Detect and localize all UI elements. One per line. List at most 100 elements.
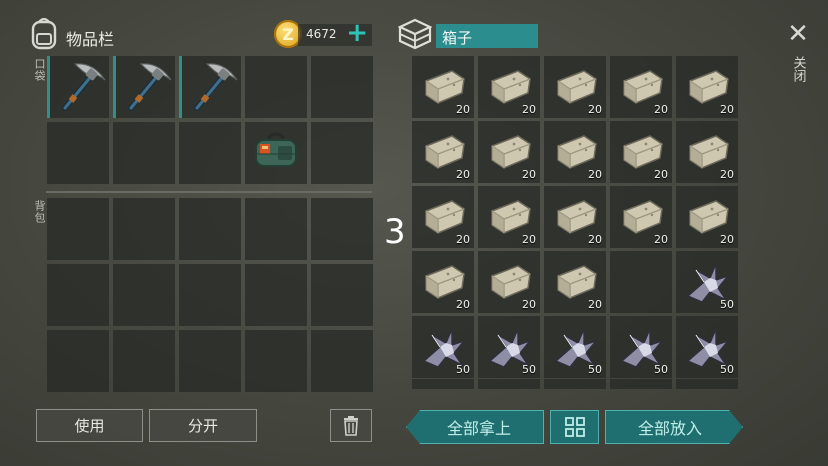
pocket-slot[interactable] <box>311 122 373 184</box>
pocket-slot[interactable] <box>245 122 307 184</box>
toolbag-icon <box>248 124 304 180</box>
item-count: 20 <box>522 168 536 181</box>
box-slot[interactable]: 20 <box>676 186 738 248</box>
pocket-slot[interactable] <box>47 122 109 184</box>
box-slot[interactable]: 20 <box>412 186 474 248</box>
box-slot[interactable]: 20 <box>478 251 540 313</box>
backpack-slot[interactable] <box>47 330 109 392</box>
box-slot[interactable]: 20 <box>610 121 672 183</box>
backpack-icon <box>30 16 58 50</box>
backpack-slot[interactable] <box>179 264 241 326</box>
box-slot[interactable]: 50 <box>544 316 606 378</box>
box-title-field: 箱子 <box>436 24 538 48</box>
item-count: 50 <box>456 363 470 376</box>
box-title: 箱子 <box>442 29 473 47</box>
item-count: 20 <box>588 168 602 181</box>
backpack-slot[interactable] <box>113 198 175 260</box>
close-icon: ✕ <box>787 19 809 49</box>
put-all-button[interactable]: 全部放入 <box>605 410 743 444</box>
item-count: 20 <box>456 233 470 246</box>
item-count: 20 <box>522 298 536 311</box>
close-label: 关闭 <box>790 56 806 82</box>
pocket-slot[interactable] <box>113 122 175 184</box>
pocket-slot[interactable] <box>311 56 373 118</box>
take-all-button[interactable]: 全部拿上 <box>406 410 544 444</box>
pocket-slot[interactable] <box>47 56 109 118</box>
pocket-slot[interactable] <box>179 56 241 118</box>
backpack-slot[interactable] <box>179 330 241 392</box>
box-icon <box>397 18 433 50</box>
box-slot[interactable]: 20 <box>412 251 474 313</box>
item-count: 50 <box>720 298 734 311</box>
backpack-slot[interactable] <box>47 198 109 260</box>
pocket-slot[interactable] <box>245 56 307 118</box>
box-slot[interactable] <box>610 251 672 313</box>
box-grid-partial-row <box>412 379 738 389</box>
box-slot[interactable]: 20 <box>544 186 606 248</box>
item-count: 50 <box>720 363 734 376</box>
box-slot[interactable]: 50 <box>676 316 738 378</box>
pocket-slot[interactable] <box>113 56 175 118</box>
item-count: 20 <box>522 233 536 246</box>
item-count: 20 <box>720 168 734 181</box>
section-divider <box>46 191 372 193</box>
box-slot[interactable]: 20 <box>676 121 738 183</box>
pickaxe-icon <box>185 58 241 114</box>
item-count: 20 <box>588 103 602 116</box>
box-slot[interactable]: 20 <box>544 121 606 183</box>
backpack-slot[interactable] <box>113 264 175 326</box>
pocket-label: 口袋 <box>33 58 46 82</box>
box-slot[interactable]: 20 <box>478 56 540 118</box>
box-slot[interactable]: 20 <box>676 56 738 118</box>
box-slot[interactable]: 50 <box>676 251 738 313</box>
add-coins-button[interactable]: + <box>346 18 368 48</box>
item-count: 20 <box>456 168 470 181</box>
pocket-slot[interactable] <box>179 122 241 184</box>
box-slot[interactable]: 50 <box>610 316 672 378</box>
backpack-slot[interactable] <box>311 330 373 392</box>
box-marker: 3 <box>384 212 406 252</box>
coin-counter: 4672 + <box>298 18 372 48</box>
item-count: 20 <box>456 298 470 311</box>
item-count: 20 <box>588 233 602 246</box>
pickaxe-icon <box>53 58 109 114</box>
use-button[interactable]: 使用 <box>36 409 143 442</box>
item-count: 20 <box>456 103 470 116</box>
box-slot[interactable]: 20 <box>478 121 540 183</box>
item-count: 50 <box>654 363 668 376</box>
box-slot[interactable]: 20 <box>610 56 672 118</box>
inventory-title: 物品栏 <box>66 30 115 49</box>
backpack-slot[interactable] <box>245 198 307 260</box>
box-slot[interactable]: 50 <box>412 316 474 378</box>
box-slot[interactable]: 20 <box>412 56 474 118</box>
coin-symbol: Z <box>282 24 294 44</box>
split-button[interactable]: 分开 <box>149 409 257 442</box>
backpack-slot[interactable] <box>179 198 241 260</box>
backpack-slot[interactable] <box>47 264 109 326</box>
box-slot[interactable]: 20 <box>610 186 672 248</box>
box-slot[interactable]: 20 <box>478 186 540 248</box>
box-slot[interactable]: 20 <box>412 121 474 183</box>
backpack-label: 背包 <box>33 200 46 224</box>
put-all-label: 全部放入 <box>637 419 702 438</box>
grid-sort-icon <box>564 417 585 437</box>
backpack-slot[interactable] <box>113 330 175 392</box>
item-count: 20 <box>654 233 668 246</box>
backpack-slot[interactable] <box>245 330 307 392</box>
backpack-slot[interactable] <box>311 264 373 326</box>
item-count: 50 <box>522 363 536 376</box>
close-button[interactable]: ✕ 关闭 <box>784 20 812 100</box>
box-slot[interactable]: 20 <box>544 56 606 118</box>
take-all-label: 全部拿上 <box>446 419 511 438</box>
item-count: 20 <box>720 103 734 116</box>
backpack-slot[interactable] <box>245 264 307 326</box>
sort-button[interactable] <box>550 410 599 444</box>
pickaxe-icon <box>119 58 175 114</box>
backpack-slot[interactable] <box>311 198 373 260</box>
box-slot[interactable]: 20 <box>544 251 606 313</box>
item-count: 20 <box>654 168 668 181</box>
box-slot[interactable]: 50 <box>478 316 540 378</box>
item-count: 50 <box>588 363 602 376</box>
trash-button[interactable] <box>330 409 372 442</box>
coin-amount: 4672 <box>306 27 337 41</box>
